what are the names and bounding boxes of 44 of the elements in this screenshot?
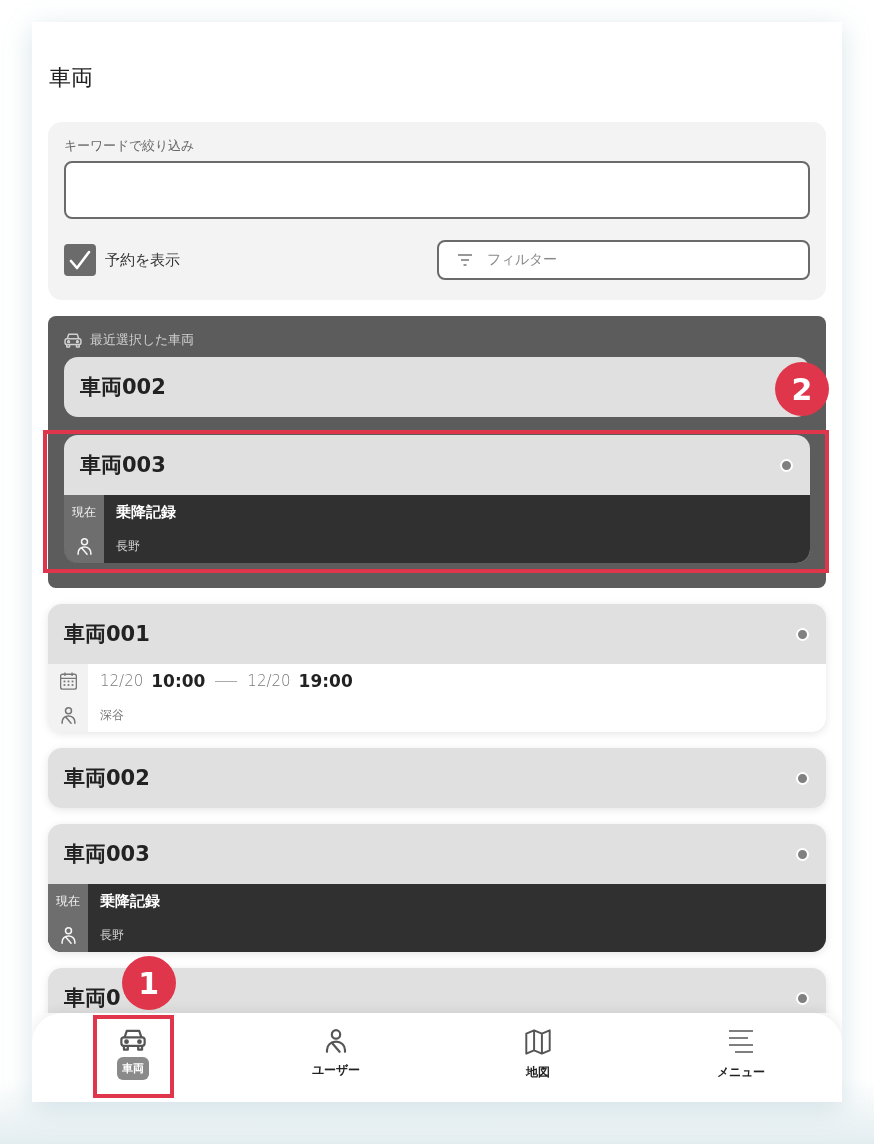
vehicle-name: 車両002	[80, 374, 166, 400]
activity-title: 乗降記録	[116, 502, 176, 522]
end-date: 12/20	[247, 671, 291, 691]
map-icon	[524, 1029, 553, 1055]
filter-icon	[457, 254, 473, 266]
vehicle-card[interactable]: 車両001 12/20 10:00 12/20 19:00 深谷	[48, 604, 826, 732]
vehicle-card[interactable]: 車両003 現在 乗降記録 長野	[48, 824, 826, 952]
callout-badge: 2	[775, 362, 829, 416]
car-icon	[120, 1029, 147, 1051]
filter-button[interactable]: フィルター	[437, 240, 810, 280]
vehicle-name: 車両002	[64, 765, 150, 791]
menu-icon	[726, 1029, 755, 1055]
car-icon	[64, 332, 82, 348]
status-label: 現在	[56, 893, 80, 909]
person-icon	[323, 1029, 348, 1053]
vehicle-name: 車両0	[64, 985, 121, 1011]
vehicle-card[interactable]: 車両003 現在 乗降記録 長野	[64, 435, 810, 563]
user-name: 長野	[116, 538, 140, 554]
range-dash	[215, 680, 238, 682]
end-time: 19:00	[298, 670, 353, 692]
start-date: 12/20	[100, 671, 144, 691]
check-icon	[69, 250, 91, 270]
vehicle-name: 車両001	[64, 621, 150, 647]
vehicle-name: 車両003	[64, 841, 150, 867]
person-icon	[59, 926, 77, 944]
nav-tab[interactable]: メニュー	[704, 1019, 778, 1094]
nav-tab[interactable]: ユーザー	[299, 1019, 373, 1094]
page-title: 車両	[48, 64, 93, 92]
checkbox-label: 予約を表示	[105, 250, 180, 270]
keyword-input-field[interactable]	[64, 161, 810, 219]
user-name: 長野	[100, 927, 124, 943]
status-label: 現在	[72, 504, 96, 520]
nav-tab[interactable]: 地図	[501, 1019, 575, 1094]
person-icon	[59, 706, 77, 724]
person-icon	[75, 537, 93, 555]
activity-title: 乗降記録	[100, 891, 160, 911]
calendar-icon	[59, 672, 77, 690]
vehicle-name: 車両003	[80, 452, 166, 478]
field-label: キーワードで絞り込み	[64, 137, 194, 155]
section-title: 最近選択した車両	[90, 331, 194, 349]
user-name: 深谷	[100, 707, 124, 723]
checkbox[interactable]	[64, 244, 96, 276]
vehicle-card[interactable]: 車両002	[48, 748, 826, 808]
start-time: 10:00	[151, 670, 206, 692]
